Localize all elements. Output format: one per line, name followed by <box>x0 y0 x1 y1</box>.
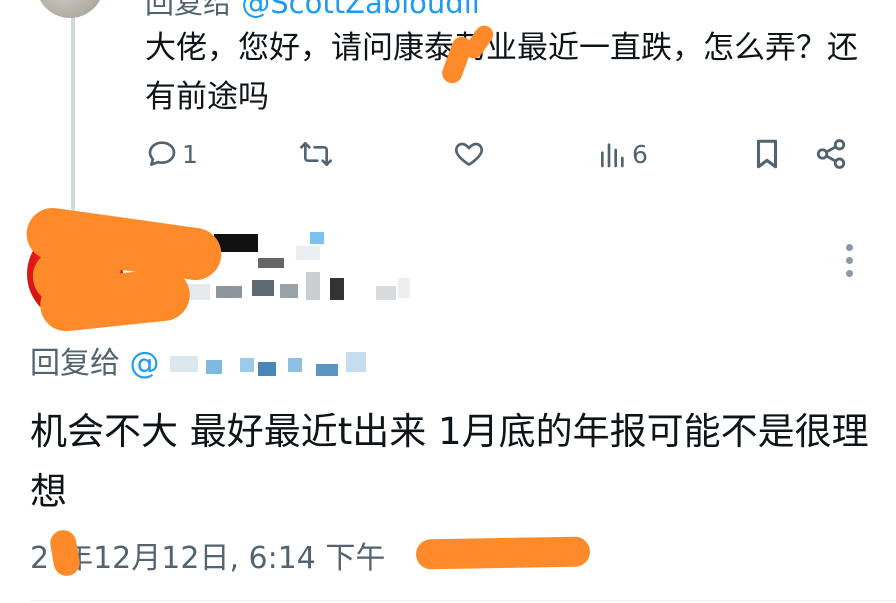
tweet-text: 机会不大 最好最近t出来 1月底的年报可能不是很理想 <box>30 410 869 513</box>
more-vertical-icon[interactable] <box>842 244 856 278</box>
reply-to-line: 回复给 @ScottZabloudil <box>145 0 480 22</box>
reply-handle-redacted <box>170 346 380 380</box>
reply-to-line: 回复给 @ <box>30 338 160 382</box>
timestamp-date: 年12月12日, 6:14 下午 <box>63 541 386 576</box>
avatar[interactable] <box>36 0 104 18</box>
thread-connector-line <box>71 0 75 218</box>
like-button[interactable] <box>452 134 490 174</box>
divider <box>30 600 896 601</box>
views-button[interactable]: 6 <box>598 134 648 174</box>
user-handle[interactable] <box>180 272 420 306</box>
redaction-mark <box>415 536 591 570</box>
reply-handle-link[interactable]: @ScottZabloudil <box>241 0 480 20</box>
views-icon <box>598 138 628 170</box>
views-count: 6 <box>632 139 648 169</box>
reply-handle-link[interactable]: @ <box>130 346 160 381</box>
retweet-icon <box>298 138 334 170</box>
tweet-timestamp[interactable]: 2 年12月12日, 6:14 下午 <box>30 533 385 577</box>
bookmark-button[interactable] <box>752 134 782 174</box>
timestamp-year: 2 <box>30 541 50 576</box>
retweet-button[interactable] <box>298 134 338 174</box>
heart-icon <box>452 138 486 170</box>
bookmark-icon <box>752 137 782 171</box>
tweet-text: 大佬，您好，请问康泰药业最近一直跌，怎么弄？还有前途吗 <box>145 30 858 115</box>
reply-icon <box>146 138 178 170</box>
reply-count: 1 <box>182 139 198 169</box>
reply-prefix: 回复给 <box>145 0 233 20</box>
share-button[interactable] <box>814 134 848 174</box>
reply-prefix: 回复给 <box>30 346 120 381</box>
reply-button[interactable]: 1 <box>146 134 198 174</box>
share-icon <box>814 137 848 171</box>
